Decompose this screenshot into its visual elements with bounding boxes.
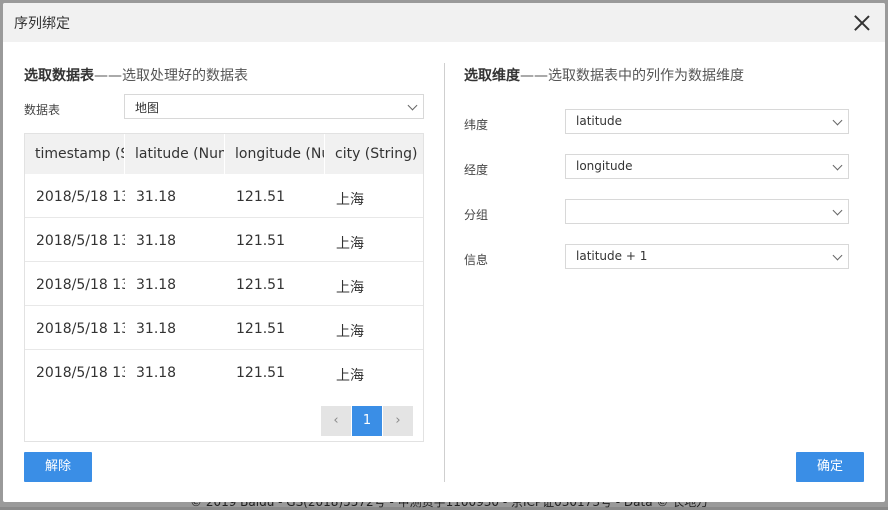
info-select-value: latitude + 1 bbox=[576, 249, 648, 263]
unbind-button[interactable]: 解除 bbox=[24, 452, 92, 482]
table-cell: 2018/5/18 13 bbox=[36, 321, 125, 337]
chevron-down-icon bbox=[832, 205, 843, 216]
chevron-down-icon bbox=[832, 115, 843, 126]
table-row: 2018/5/18 13 31.18 121.51 上海 bbox=[25, 262, 423, 306]
table-row: 2018/5/18 13 31.18 121.51 上海 bbox=[25, 174, 423, 218]
page-1-button[interactable]: 1 bbox=[352, 406, 382, 436]
confirm-button[interactable]: 确定 bbox=[796, 452, 864, 482]
table-header: timestamp (S latitude (Num longitude (Nu… bbox=[25, 134, 423, 174]
table-cell: 121.51 bbox=[236, 365, 285, 381]
longitude-label: 经度 bbox=[464, 163, 489, 177]
select-table-heading-desc: ——选取处理好的数据表 bbox=[94, 68, 248, 84]
series-binding-dialog: 序列绑定 选取数据表——选取处理好的数据表 数据表 地图 timestamp (… bbox=[3, 3, 885, 502]
column-header: city (String) bbox=[335, 146, 418, 162]
table-cell: 31.18 bbox=[136, 321, 177, 337]
column-header: longitude (Nu bbox=[225, 134, 325, 174]
select-dimension-heading-desc: ——选取数据表中的列作为数据维度 bbox=[520, 68, 744, 84]
dialog-header: 序列绑定 bbox=[3, 3, 885, 42]
column-header: timestamp (S bbox=[25, 134, 125, 174]
group-select[interactable] bbox=[565, 199, 849, 224]
select-table-heading-bold: 选取数据表 bbox=[24, 68, 94, 84]
table-cell: 31.18 bbox=[136, 277, 177, 293]
table-cell: 2018/5/18 13 bbox=[36, 189, 125, 205]
table-cell: 121.51 bbox=[236, 233, 285, 249]
table-cell: 121.51 bbox=[236, 321, 285, 337]
table-cell: 2018/5/18 13 bbox=[36, 233, 125, 249]
table-cell: 上海 bbox=[336, 280, 364, 296]
prev-page-button[interactable]: ‹ bbox=[321, 406, 351, 436]
chevron-down-icon bbox=[832, 250, 843, 261]
table-cell: 31.18 bbox=[136, 233, 177, 249]
table-select[interactable]: 地图 bbox=[124, 94, 424, 119]
select-dimension-heading-bold: 选取维度 bbox=[464, 68, 520, 84]
next-page-button[interactable]: › bbox=[383, 406, 413, 436]
chevron-down-icon bbox=[407, 100, 418, 111]
table-cell: 上海 bbox=[336, 368, 364, 384]
select-dimension-heading: 选取维度——选取数据表中的列作为数据维度 bbox=[464, 65, 744, 85]
latitude-label: 纬度 bbox=[464, 118, 489, 132]
table-cell: 2018/5/18 13 bbox=[36, 277, 125, 293]
table-cell: 121.51 bbox=[236, 189, 285, 205]
table-cell: 上海 bbox=[336, 324, 364, 340]
table-row: 2018/5/18 13 31.18 121.51 上海 bbox=[25, 218, 423, 262]
select-table-heading: 选取数据表——选取处理好的数据表 bbox=[24, 65, 248, 85]
longitude-select-value: longitude bbox=[576, 159, 633, 173]
data-preview-table: timestamp (S latitude (Num longitude (Nu… bbox=[24, 133, 424, 442]
table-cell: 上海 bbox=[336, 192, 364, 208]
table-cell: 31.18 bbox=[136, 365, 177, 381]
latitude-select-value: latitude bbox=[576, 114, 623, 128]
table-cell: 上海 bbox=[336, 236, 364, 252]
latitude-select[interactable]: latitude bbox=[565, 109, 849, 134]
table-cell: 121.51 bbox=[236, 277, 285, 293]
info-label: 信息 bbox=[464, 253, 489, 267]
dialog-title: 序列绑定 bbox=[14, 16, 70, 32]
pagination: ‹ 1 › bbox=[321, 406, 413, 436]
group-label: 分组 bbox=[464, 208, 489, 222]
panel-divider bbox=[444, 63, 445, 482]
table-select-value: 地图 bbox=[135, 101, 160, 115]
table-row: 2018/5/18 13 31.18 121.51 上海 bbox=[25, 350, 423, 394]
table-cell: 2018/5/18 13 bbox=[36, 365, 125, 381]
table-row: 2018/5/18 13 31.18 121.51 上海 bbox=[25, 306, 423, 350]
column-header: latitude (Num bbox=[125, 134, 225, 174]
chevron-down-icon bbox=[832, 160, 843, 171]
info-select[interactable]: latitude + 1 bbox=[565, 244, 849, 269]
longitude-select[interactable]: longitude bbox=[565, 154, 849, 179]
close-icon[interactable] bbox=[851, 12, 873, 34]
table-cell: 31.18 bbox=[136, 189, 177, 205]
table-label: 数据表 bbox=[24, 103, 61, 117]
